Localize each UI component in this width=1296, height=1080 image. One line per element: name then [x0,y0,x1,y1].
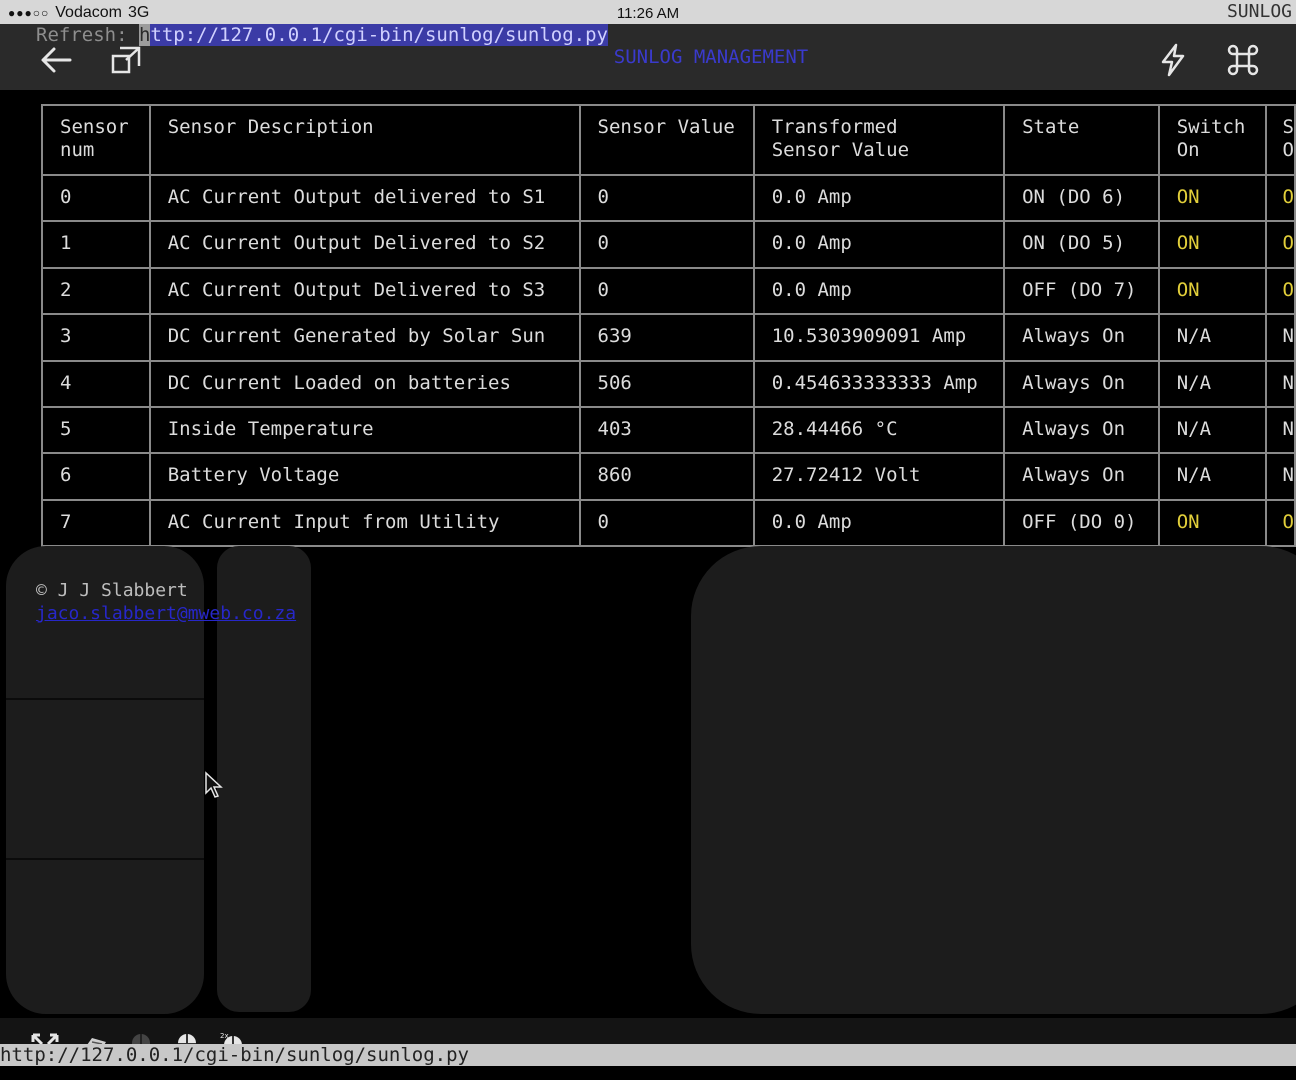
panel-divider [6,698,204,700]
command-icon[interactable] [1225,42,1261,78]
next-column-cell: N [1264,452,1296,501]
sensor-num-cell: 7 [41,498,151,548]
next-column-cell: N [1264,405,1296,455]
sensor-num-cell: 6 [41,452,151,501]
resize-icon[interactable] [108,42,144,78]
state-cell: ON (DO 5) [1003,220,1160,269]
switch-on-cell[interactable]: N/A [1157,405,1267,455]
next-column-cell: O [1264,498,1296,548]
state-cell: OFF (DO 0) [1003,498,1160,548]
lightning-icon[interactable] [1155,42,1191,78]
sensor-value-cell: 506 [578,359,755,408]
state-cell: OFF (DO 7) [1003,266,1160,316]
sensor-description-cell: AC Current Output Delivered to S3 [148,266,581,316]
sensor-num-cell: 2 [41,266,151,316]
header-transformed-value: Transformed Sensor Value [752,104,1006,176]
copyright-text: © J J Slabbert [36,580,188,601]
state-cell: Always On [1003,405,1160,455]
panel-divider [6,858,204,860]
sensor-description-cell: DC Current Loaded on batteries [148,359,581,408]
sensor-description-cell: AC Current Output Delivered to S2 [148,220,581,269]
switch-on-cell[interactable]: ON [1157,220,1267,269]
sensor-value-cell: 403 [578,405,755,455]
switch-on-cell[interactable]: N/A [1157,313,1267,362]
top-toolbar: Refresh: http://127.0.0.1/cgi-bin/sunlog… [0,24,1296,90]
email-link[interactable]: jaco.slabbert@mweb.co.za [36,603,296,624]
next-column-cell: N [1264,313,1296,362]
page-heading: SUNLOG MANAGEMENT [613,46,809,68]
next-column-cell: N [1264,359,1296,408]
refresh-url[interactable]: ttp://127.0.0.1/cgi-bin/sunlog/sunlog.py [150,24,608,46]
transformed-value-cell: 28.44466 °C [752,405,1006,455]
state-cell: Always On [1003,313,1160,362]
header-switch-on: Switch On [1157,104,1267,176]
sensor-value-cell: 0 [578,173,755,223]
header-sensor-num: Sensor num [41,104,151,176]
mouse-pointer-icon [204,771,224,799]
table-row: 4 DC Current Loaded on batteries 506 0.4546… [41,359,1296,408]
switch-on-cell[interactable]: N/A [1157,359,1267,408]
header-sensor-value: Sensor Value [578,104,755,176]
header-sensor-description: Sensor Description [148,104,581,176]
sensor-num-cell: 5 [41,405,151,455]
transformed-value-cell: 0.454633333333 Amp [752,359,1006,408]
sensor-num-cell: 0 [41,173,151,223]
overlay-touchpad[interactable] [691,546,1296,1014]
switch-on-cell[interactable]: N/A [1157,452,1267,501]
sensor-description-cell: DC Current Generated by Solar Sun [148,313,581,362]
table-row: 3 DC Current Generated by Solar Sun 639 10.… [41,313,1296,362]
back-arrow-icon[interactable] [38,42,74,78]
sensor-value-cell: 0 [578,498,755,548]
sensor-value-cell: 0 [578,220,755,269]
transformed-value-cell: 0.0 Amp [752,220,1006,269]
state-cell: ON (DO 6) [1003,173,1160,223]
sensor-description-cell: AC Current Output delivered to S1 [148,173,581,223]
table-row: 0 AC Current Output delivered to S1 0 0.0 A… [41,173,1296,223]
transformed-value-cell: 0.0 Amp [752,266,1006,316]
clock: 11:26 AM [616,5,680,22]
ios-status-bar: ●●●○○ Vodacom 3G 11:26 AM SUNLOG [0,0,1296,24]
sensor-num-cell: 4 [41,359,151,408]
transformed-value-cell: 0.0 Amp [752,498,1006,548]
table-row: 6 Battery Voltage 860 27.72412 Volt Always O… [41,452,1296,501]
next-column-cell: O [1264,173,1296,223]
switch-on-cell[interactable]: ON [1157,173,1267,223]
table-row: 2 AC Current Output Delivered to S3 0 0.0 A… [41,266,1296,316]
app-title: SUNLOG [1226,1,1292,22]
table-row: 1 AC Current Output Delivered to S2 0 0.0 A… [41,220,1296,269]
browser-status-url: http://127.0.0.1/cgi-bin/sunlog/sunlog.p… [0,1044,1296,1066]
svg-text:2x: 2x [220,1032,229,1040]
next-column-cell: O [1264,220,1296,269]
transformed-value-cell: 10.5303909091 Amp [752,313,1006,362]
switch-on-cell[interactable]: ON [1157,498,1267,548]
sensor-description-cell: Inside Temperature [148,405,581,455]
transformed-value-cell: 0.0 Amp [752,173,1006,223]
next-column-cell: O [1264,266,1296,316]
sensor-num-cell: 1 [41,220,151,269]
sensor-description-cell: AC Current Input from Utility [148,498,581,548]
header-next-column: SO [1264,104,1296,176]
switch-on-cell[interactable]: ON [1157,266,1267,316]
bottom-toolbar: 2x [0,1018,1296,1061]
table-row: 5 Inside Temperature 403 28.44466 °C Always … [41,405,1296,455]
sensor-value-cell: 639 [578,313,755,362]
table-row: 7 AC Current Input from Utility 0 0.0 Amp OF… [41,498,1296,548]
state-cell: Always On [1003,452,1160,501]
sensor-num-cell: 3 [41,313,151,362]
sensor-value-cell: 0 [578,266,755,316]
sensor-table: Sensor num Sensor Description Sensor Valu… [41,104,1296,548]
table-header-row: Sensor num Sensor Description Sensor Valu… [41,104,1296,176]
sensor-value-cell: 860 [578,452,755,501]
transformed-value-cell: 27.72412 Volt [752,452,1006,501]
state-cell: Always On [1003,359,1160,408]
sensor-description-cell: Battery Voltage [148,452,581,501]
header-state: State [1003,104,1160,176]
